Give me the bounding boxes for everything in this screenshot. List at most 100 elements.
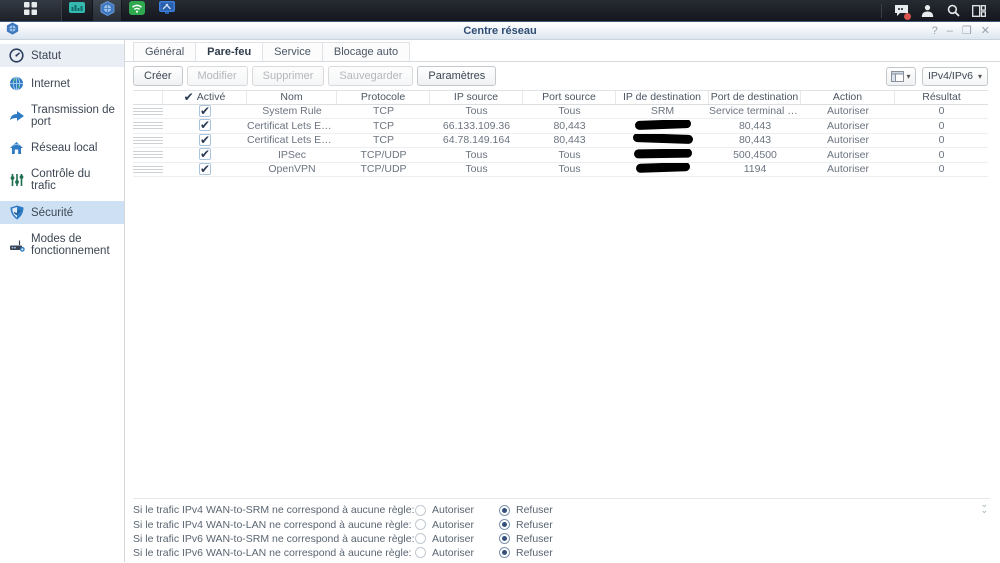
close-button[interactable]: ✕ [981, 24, 990, 39]
allow-option[interactable]: Autoriser [415, 519, 499, 531]
create-button[interactable]: Créer [133, 66, 183, 86]
radio-unselected-icon[interactable] [415, 519, 426, 530]
deny-label: Refuser [516, 504, 553, 516]
sidebar-item-securite[interactable]: Sécurité [0, 201, 124, 224]
column-view-button[interactable]: ▾ [886, 67, 916, 86]
redaction-mark [634, 120, 690, 130]
rule-enabled-checkbox[interactable]: ✔ [199, 119, 211, 131]
rule-action: Autoriser [801, 134, 895, 146]
window-titlebar[interactable]: Centre réseau ? – ❐ ✕ [0, 23, 1000, 40]
drag-handle-icon[interactable] [133, 151, 163, 158]
rule-protocol: TCP/UDP [337, 163, 430, 175]
radio-selected-icon[interactable] [499, 547, 510, 558]
minimize-button[interactable]: – [947, 24, 953, 39]
tab-blocage-auto[interactable]: Blocage auto [322, 42, 410, 61]
column-header-action[interactable]: Action [801, 91, 895, 104]
rule-enabled-checkbox[interactable]: ✔ [199, 163, 211, 175]
drag-handle-icon[interactable] [133, 108, 163, 115]
rule-enabled-checkbox[interactable]: ✔ [199, 148, 211, 160]
table-row[interactable]: ✔ IPSec TCP/UDP Tous Tous 500,4500 Autor… [133, 148, 988, 163]
drag-handle-icon[interactable] [133, 122, 163, 129]
deny-option[interactable]: Refuser [499, 504, 583, 516]
maximize-button[interactable]: ❐ [962, 24, 972, 39]
collapse-chevron-icon[interactable]: ⌄⌄ [980, 501, 988, 513]
sidebar-item-internet[interactable]: Internet [0, 72, 124, 95]
deny-option[interactable]: Refuser [499, 533, 583, 545]
policy-label: Si le trafic IPv6 WAN-to-LAN ne correspo… [133, 547, 415, 559]
sidebar-item-controle-du-trafic[interactable]: Contrôle du trafic [0, 164, 124, 196]
table-row[interactable]: ✔ OpenVPN TCP/UDP Tous Tous 1194 Autoris… [133, 163, 988, 178]
table-row[interactable]: ✔ System Rule TCP Tous Tous SRM Service … [133, 105, 988, 120]
sidebar-item-statut[interactable]: Statut [0, 44, 124, 67]
radio-unselected-icon[interactable] [415, 547, 426, 558]
rule-name: IPSec [247, 149, 337, 161]
rule-result: 0 [895, 120, 988, 132]
sidebar-item-reseau-local[interactable]: Réseau local [0, 137, 124, 159]
tab-pare-feu[interactable]: Pare-feu [195, 42, 263, 61]
column-header-protocole[interactable]: Protocole [337, 91, 430, 104]
notifications-chat-icon[interactable] [888, 0, 914, 22]
rule-enabled-checkbox[interactable]: ✔ [199, 134, 211, 146]
table-row[interactable]: ✔ Certificat Lets Encrypt IP2 TCP 64.78.… [133, 134, 988, 149]
radio-unselected-icon[interactable] [415, 533, 426, 544]
rule-protocol: TCP [337, 120, 430, 132]
rule-enabled-checkbox[interactable]: ✔ [199, 105, 211, 117]
search-icon[interactable] [940, 0, 966, 22]
radio-selected-icon[interactable] [499, 519, 510, 530]
firewall-panel: Général Pare-feu Service Blocage auto Cr… [125, 40, 1000, 562]
allow-option[interactable]: Autoriser [415, 533, 499, 545]
table-row[interactable]: ✔ Certificat Lets Encrypt IP1 TCP 66.133… [133, 119, 988, 134]
status-gauge-icon [8, 48, 25, 63]
rule-result: 0 [895, 105, 988, 117]
traffic-control-sliders-icon [8, 173, 25, 187]
rule-ip-destination-redacted [616, 120, 709, 132]
radio-selected-icon[interactable] [499, 505, 510, 516]
sidebar-item-transmission-de-port[interactable]: Transmission de port [0, 100, 124, 132]
drag-handle-icon[interactable] [133, 166, 163, 173]
ip-version-dropdown[interactable]: IPv4/IPv6 ▾ [922, 67, 988, 86]
column-header-active[interactable]: ✔Activé [163, 91, 247, 104]
sidebar-item-modes-de-fonctionnement[interactable]: Modes de fonctionnement [0, 229, 124, 261]
settings-button[interactable]: Paramètres [417, 66, 496, 86]
rule-port-source: 80,443 [523, 134, 616, 146]
redaction-mark [635, 163, 689, 173]
tab-service[interactable]: Service [262, 42, 323, 61]
taskbar-app-wifi[interactable] [122, 0, 152, 21]
radio-selected-icon[interactable] [499, 533, 510, 544]
taskbar-app-network-center[interactable] [92, 0, 122, 21]
column-header-nom[interactable]: Nom [247, 91, 337, 104]
taskbar-app-network-map[interactable] [62, 0, 92, 21]
column-header-ip-destination[interactable]: IP de destination [616, 91, 709, 104]
deny-label: Refuser [516, 547, 553, 559]
edit-button[interactable]: Modifier [187, 66, 248, 86]
radio-unselected-icon[interactable] [415, 505, 426, 516]
deny-option[interactable]: Refuser [499, 547, 583, 559]
port-forward-arrow-icon [8, 110, 25, 122]
user-icon[interactable] [914, 0, 940, 22]
column-header-port-source[interactable]: Port source [523, 91, 616, 104]
column-header-resultat[interactable]: Résultat [895, 91, 988, 104]
deny-option[interactable]: Refuser [499, 519, 583, 531]
delete-button[interactable]: Supprimer [252, 66, 325, 86]
redaction-mark [632, 134, 692, 144]
tab-general[interactable]: Général [133, 42, 196, 61]
allow-option[interactable]: Autoriser [415, 547, 499, 559]
help-button[interactable]: ? [932, 24, 938, 39]
ip-version-value: IPv4/IPv6 [928, 70, 973, 82]
main-menu-button[interactable] [0, 0, 62, 21]
redaction-mark [633, 149, 691, 159]
rule-ip-destination-redacted [616, 134, 709, 146]
column-header-port-destination[interactable]: Port de destination [709, 91, 801, 104]
policy-row-ipv6-wan-to-lan: Si le trafic IPv6 WAN-to-LAN ne correspo… [133, 546, 990, 560]
allow-option[interactable]: Autoriser [415, 504, 499, 516]
widgets-icon[interactable] [966, 0, 992, 22]
network-map-icon [69, 2, 85, 20]
taskbar-app-tools[interactable] [152, 0, 182, 21]
save-button[interactable]: Sauvegarder [328, 66, 413, 86]
drag-handle-icon[interactable] [133, 137, 163, 144]
column-header-ip-source[interactable]: IP source [430, 91, 523, 104]
sidebar: Statut Internet Transmission de port Rés… [0, 40, 125, 562]
notification-badge [904, 13, 911, 20]
rule-action: Autoriser [801, 105, 895, 117]
taskbar-separator [881, 4, 882, 18]
